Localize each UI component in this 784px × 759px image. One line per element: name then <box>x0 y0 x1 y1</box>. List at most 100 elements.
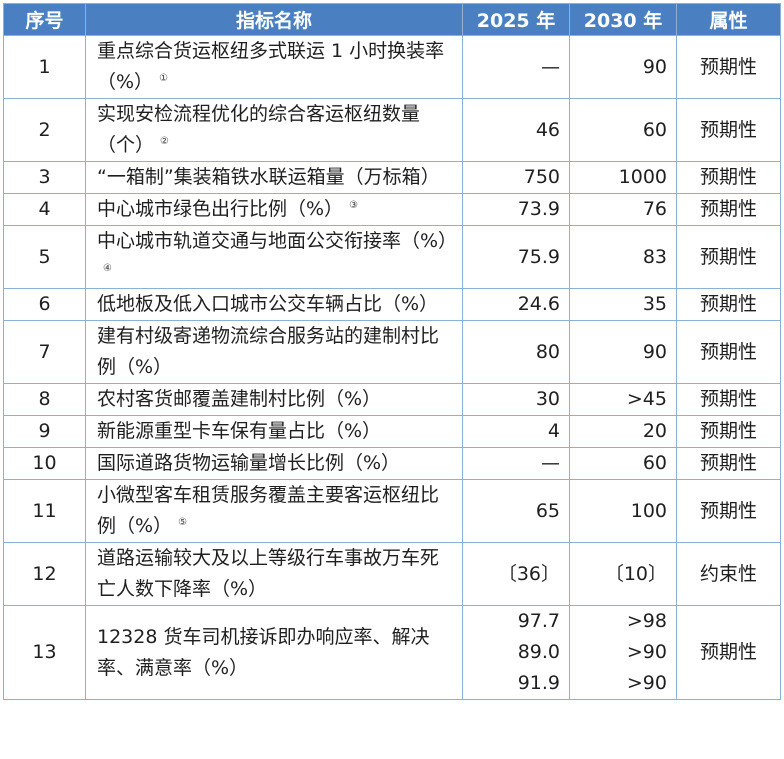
indicator-name: 实现安检流程优化的综合客运枢纽数量（个） <box>97 103 421 156</box>
cell-2030: 1000 <box>569 161 677 194</box>
cell-2025: 30 <box>462 383 570 416</box>
cell-2025: 〔36〕 <box>462 542 570 606</box>
table-row: 3 “一箱制”集装箱铁水联运箱量（万标箱） 750 1000 预期性 <box>3 161 781 194</box>
cell-attr: 预期性 <box>676 288 781 321</box>
table-row: 12 道路运输较大及以上等级行车事故万车死亡人数下降率（%） 〔36〕 〔10〕… <box>3 542 781 606</box>
indicator-name: 中心城市绿色出行比例（%） <box>97 198 344 220</box>
value-2030: >90 <box>626 672 667 694</box>
cell-2030: 90 <box>569 35 677 99</box>
cell-2030: 35 <box>569 288 677 321</box>
cell-2025: 73.9 <box>462 193 570 226</box>
cell-2025: 97.7 89.0 91.9 <box>462 605 570 700</box>
cell-2025: — <box>462 35 570 99</box>
page-edge <box>0 755 784 759</box>
cell-2030: 100 <box>569 479 677 543</box>
table-row: 2 实现安检流程优化的综合客运枢纽数量（个） ② 46 60 预期性 <box>3 98 781 162</box>
footnote-marker: ① <box>159 72 169 84</box>
cell-no: 6 <box>3 288 86 321</box>
cell-no: 5 <box>3 225 86 289</box>
cell-no: 2 <box>3 98 86 162</box>
cell-name: 小微型客车租赁服务覆盖主要客运枢纽比例（%） ⑤ <box>85 479 463 543</box>
footnote-marker: ⑤ <box>178 516 188 528</box>
indicator-name: 新能源重型卡车保有量占比（%） <box>97 420 382 442</box>
cell-2030: >45 <box>569 383 677 416</box>
indicator-name: 重点综合货运枢纽多式联运 1 小时换装率（%） <box>97 40 445 93</box>
header-attr: 属性 <box>676 3 781 36</box>
cell-2025: 750 <box>462 161 570 194</box>
indicator-name: 12328 货车司机接诉即办响应率、解决率、满意率（%） <box>97 625 430 679</box>
value-2030: >98 <box>626 610 667 632</box>
cell-no: 8 <box>3 383 86 416</box>
cell-name: 中心城市绿色出行比例（%） ③ <box>85 193 463 226</box>
cell-no: 12 <box>3 542 86 606</box>
cell-no: 9 <box>3 415 86 448</box>
cell-no: 13 <box>3 605 86 700</box>
header-name: 指标名称 <box>85 3 463 36</box>
cell-2030: >98 >90 >90 <box>569 605 677 700</box>
cell-name: 道路运输较大及以上等级行车事故万车死亡人数下降率（%） <box>85 542 463 606</box>
cell-attr: 预期性 <box>676 161 781 194</box>
cell-2030: 60 <box>569 447 677 480</box>
cell-2025: 46 <box>462 98 570 162</box>
cell-attr: 预期性 <box>676 383 781 416</box>
cell-2025: 75.9 <box>462 225 570 289</box>
cell-attr: 预期性 <box>676 479 781 543</box>
cell-attr: 约束性 <box>676 542 781 606</box>
footnote-marker: ③ <box>349 199 359 211</box>
cell-2030: 76 <box>569 193 677 226</box>
cell-name: 农村客货邮覆盖建制村比例（%） <box>85 383 463 416</box>
cell-attr: 预期性 <box>676 320 781 384</box>
table-row: 5 中心城市轨道交通与地面公交衔接率（%） ④ 75.9 83 预期性 <box>3 225 781 289</box>
header-no: 序号 <box>3 3 86 36</box>
table-row: 10 国际道路货物运输量增长比例（%） — 60 预期性 <box>3 447 781 480</box>
cell-2025: 4 <box>462 415 570 448</box>
cell-name: 实现安检流程优化的综合客运枢纽数量（个） ② <box>85 98 463 162</box>
indicator-name: 农村客货邮覆盖建制村比例（%） <box>97 388 382 410</box>
table-row: 8 农村客货邮覆盖建制村比例（%） 30 >45 预期性 <box>3 383 781 416</box>
cell-name: 建有村级寄递物流综合服务站的建制村比例（%） <box>85 320 463 384</box>
cell-attr: 预期性 <box>676 35 781 99</box>
table-row: 9 新能源重型卡车保有量占比（%） 4 20 预期性 <box>3 415 781 448</box>
header-2025: 2025 年 <box>462 3 570 36</box>
cell-attr: 预期性 <box>676 447 781 480</box>
indicator-name: 中心城市轨道交通与地面公交衔接率（%） <box>97 230 458 252</box>
indicator-table: 序号 指标名称 2025 年 2030 年 属性 1 重点综合货运枢纽多式联运 … <box>3 3 781 700</box>
table-row: 7 建有村级寄递物流综合服务站的建制村比例（%） 80 90 预期性 <box>3 320 781 384</box>
table-row: 6 低地板及低入口城市公交车辆占比（%） 24.6 35 预期性 <box>3 288 781 321</box>
table-row: 13 12328 货车司机接诉即办响应率、解决率、满意率（%） 97.7 89.… <box>3 605 781 700</box>
cell-no: 10 <box>3 447 86 480</box>
cell-no: 3 <box>3 161 86 194</box>
cell-name: “一箱制”集装箱铁水联运箱量（万标箱） <box>85 161 463 194</box>
cell-attr: 预期性 <box>676 193 781 226</box>
value-2025: 97.7 <box>517 610 560 632</box>
cell-attr: 预期性 <box>676 98 781 162</box>
cell-no: 11 <box>3 479 86 543</box>
indicator-name: 国际道路货物运输量增长比例（%） <box>97 452 401 474</box>
cell-attr: 预期性 <box>676 225 781 289</box>
table-row: 11 小微型客车租赁服务覆盖主要客运枢纽比例（%） ⑤ 65 100 预期性 <box>3 479 781 543</box>
header-2030: 2030 年 <box>569 3 677 36</box>
indicator-name: 建有村级寄递物流综合服务站的建制村比例（%） <box>97 325 440 378</box>
cell-no: 4 <box>3 193 86 226</box>
footnote-marker: ② <box>160 135 169 147</box>
cell-2030: 90 <box>569 320 677 384</box>
cell-no: 7 <box>3 320 86 384</box>
table-header-row: 序号 指标名称 2025 年 2030 年 属性 <box>3 3 781 36</box>
value-2025: 91.9 <box>517 672 560 694</box>
cell-2025: 80 <box>462 320 570 384</box>
cell-name: 低地板及低入口城市公交车辆占比（%） <box>85 288 463 321</box>
cell-2030: 60 <box>569 98 677 162</box>
cell-2025: 65 <box>462 479 570 543</box>
cell-2025: 24.6 <box>462 288 570 321</box>
cell-name: 国际道路货物运输量增长比例（%） <box>85 447 463 480</box>
cell-name: 新能源重型卡车保有量占比（%） <box>85 415 463 448</box>
indicator-name: 低地板及低入口城市公交车辆占比（%） <box>97 293 439 315</box>
indicator-name: 道路运输较大及以上等级行车事故万车死亡人数下降率（%） <box>97 547 440 600</box>
page: 序号 指标名称 2025 年 2030 年 属性 1 重点综合货运枢纽多式联运 … <box>0 0 784 759</box>
cell-attr: 预期性 <box>676 415 781 448</box>
table-row: 4 中心城市绿色出行比例（%） ③ 73.9 76 预期性 <box>3 193 781 226</box>
value-2030: >90 <box>626 641 667 663</box>
cell-attr: 预期性 <box>676 605 781 700</box>
cell-2030: 〔10〕 <box>569 542 677 606</box>
cell-2030: 83 <box>569 225 677 289</box>
